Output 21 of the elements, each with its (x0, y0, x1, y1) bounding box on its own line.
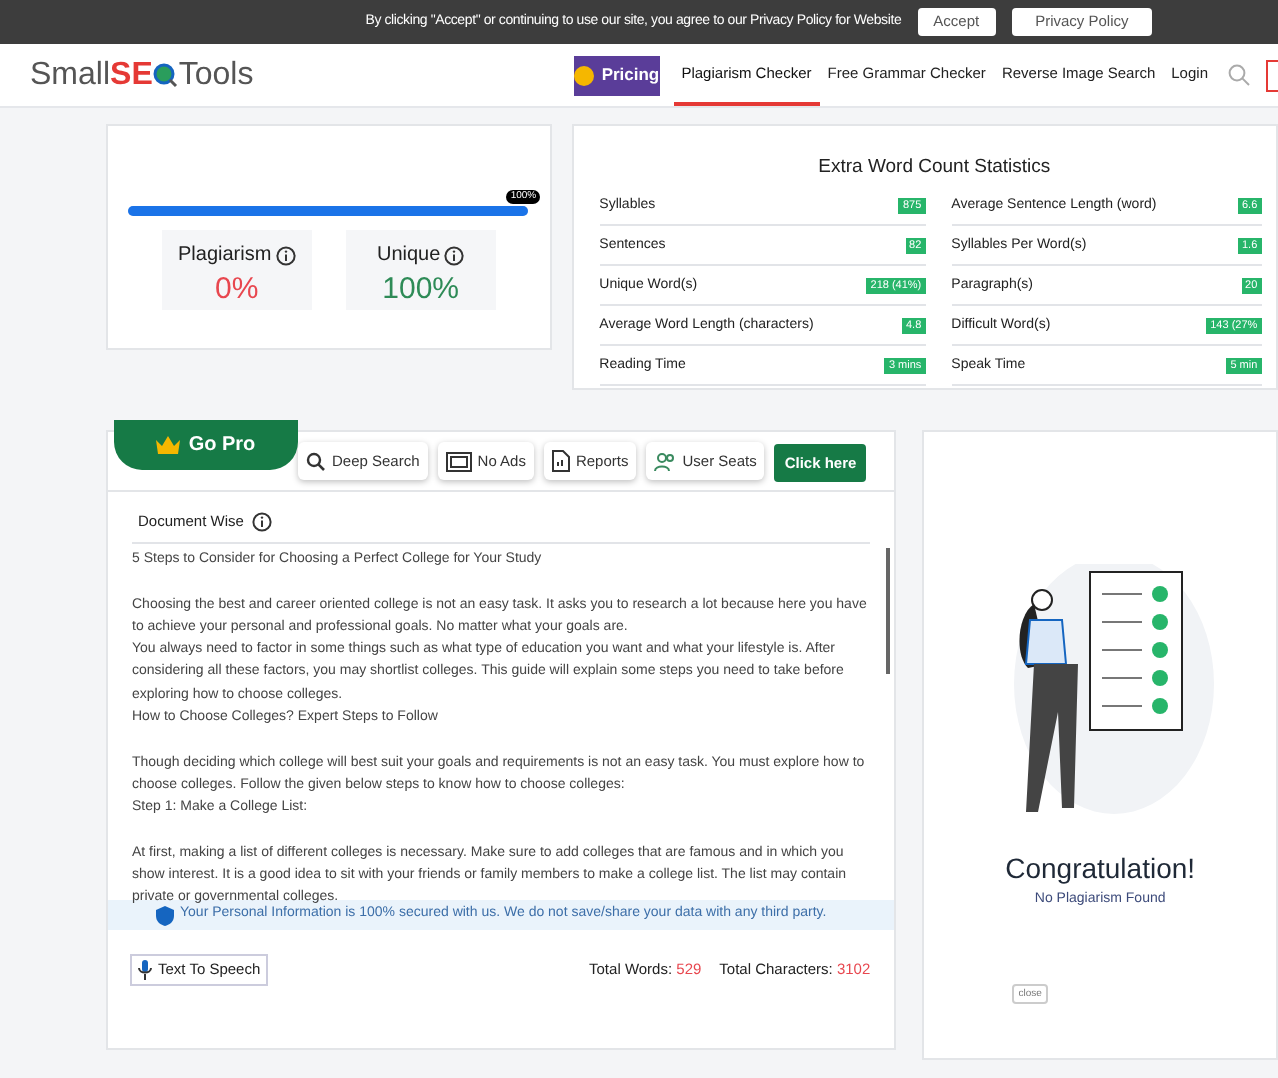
info-icon[interactable] (251, 512, 272, 532)
pricing-button[interactable]: Pricing (573, 55, 660, 95)
info-icon[interactable] (444, 245, 465, 265)
score-value: 100% (382, 270, 460, 310)
score-label: Plagiarism (177, 242, 272, 270)
score-label: Unique (376, 242, 441, 270)
go-pro-tab[interactable]: Go Pro (114, 420, 298, 470)
scrollbar-thumb (886, 548, 891, 674)
shield-icon (156, 905, 174, 925)
search-icon (306, 451, 326, 471)
go-pro-label: Go Pro (188, 432, 256, 460)
logo[interactable]: SmallSE Tools (30, 51, 254, 99)
users-icon (654, 451, 677, 471)
stats-title: Extra Word Count Statistics (816, 154, 1053, 182)
menu-box[interactable] (1266, 59, 1278, 91)
congrats-title: Congratulation! (1005, 850, 1196, 888)
score-value: 0% (214, 270, 259, 310)
info-icon[interactable] (275, 245, 296, 265)
ad-icon (445, 451, 472, 471)
microphone-icon (138, 960, 152, 980)
document-icon (551, 450, 570, 472)
